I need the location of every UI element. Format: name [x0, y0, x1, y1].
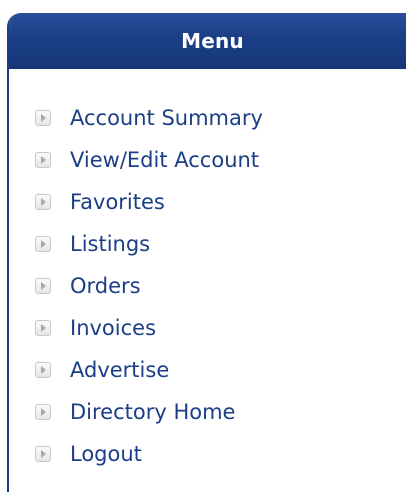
menu-item-invoices[interactable]: Invoices	[9, 307, 406, 349]
menu-item-label[interactable]: Account Summary	[70, 106, 263, 130]
menu-title: Menu	[181, 28, 244, 53]
menu-item-view-edit-account[interactable]: View/Edit Account	[9, 139, 406, 181]
arrow-right-icon	[35, 446, 51, 462]
menu-item-account-summary[interactable]: Account Summary	[9, 97, 406, 139]
menu-item-label[interactable]: Directory Home	[70, 400, 235, 424]
arrow-right-icon	[35, 236, 51, 252]
menu-panel: Menu Account Summary View/Edit Account F…	[7, 13, 406, 492]
menu-item-label[interactable]: Listings	[70, 232, 150, 256]
arrow-right-icon	[35, 152, 51, 168]
menu-header: Menu	[9, 13, 406, 69]
menu-item-logout[interactable]: Logout	[9, 433, 406, 475]
menu-list: Account Summary View/Edit Account Favori…	[9, 69, 406, 475]
menu-item-orders[interactable]: Orders	[9, 265, 406, 307]
arrow-right-icon	[35, 278, 51, 294]
arrow-right-icon	[35, 320, 51, 336]
menu-item-label[interactable]: Logout	[70, 442, 142, 466]
arrow-right-icon	[35, 362, 51, 378]
arrow-right-icon	[35, 110, 51, 126]
menu-item-label[interactable]: Orders	[70, 274, 141, 298]
menu-item-label[interactable]: View/Edit Account	[70, 148, 259, 172]
menu-item-advertise[interactable]: Advertise	[9, 349, 406, 391]
menu-item-listings[interactable]: Listings	[9, 223, 406, 265]
menu-item-label[interactable]: Advertise	[70, 358, 169, 382]
menu-item-favorites[interactable]: Favorites	[9, 181, 406, 223]
menu-item-label[interactable]: Invoices	[70, 316, 156, 340]
arrow-right-icon	[35, 194, 51, 210]
menu-item-label[interactable]: Favorites	[70, 190, 165, 214]
menu-item-directory-home[interactable]: Directory Home	[9, 391, 406, 433]
arrow-right-icon	[35, 404, 51, 420]
